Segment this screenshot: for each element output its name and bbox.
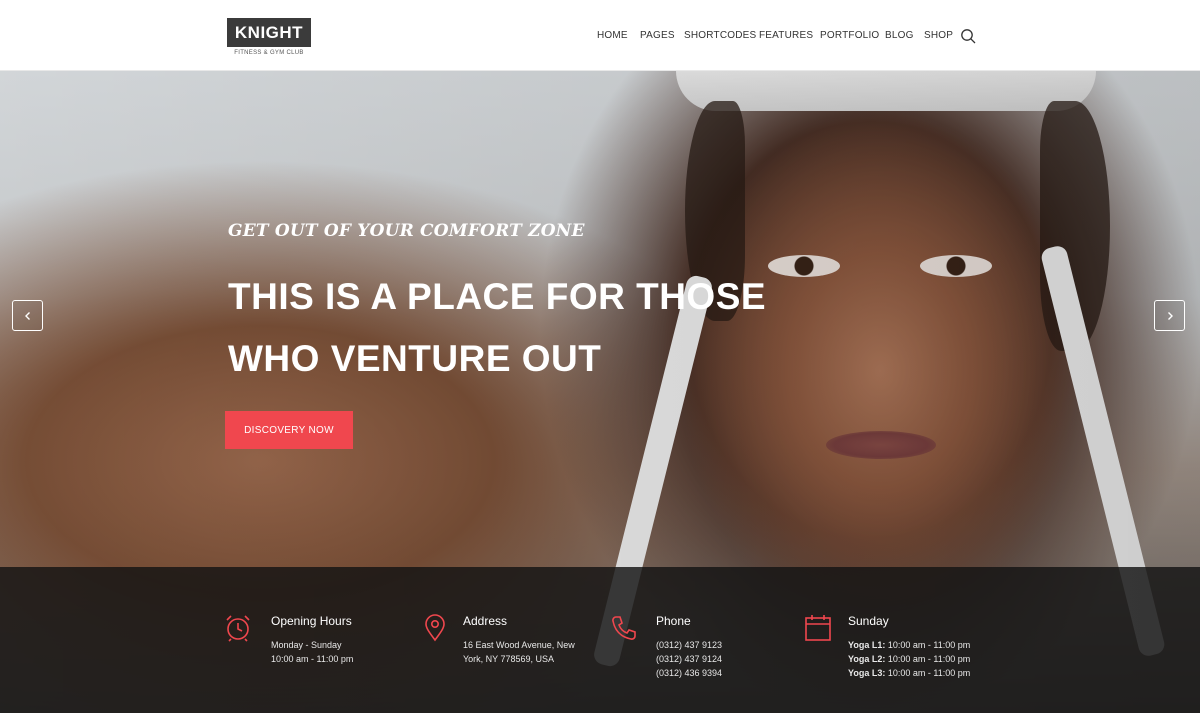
nav-home[interactable]: HOME (597, 30, 628, 41)
nav-shop[interactable]: SHOP (924, 30, 953, 41)
schedule-time: 10:00 am - 11:00 pm (887, 654, 971, 664)
nav-shortcodes[interactable]: SHORTCODES (684, 30, 756, 41)
schedule-row: Yoga L2: 10:00 am - 11:00 pm (848, 652, 970, 666)
info-title: Address (463, 614, 508, 628)
nav-features[interactable]: FEATURES (759, 30, 813, 41)
hero-headline-line2: WHO VENTURE OUT (228, 338, 602, 379)
phone-number[interactable]: (0312) 436 9394 (656, 666, 722, 680)
nav-blog[interactable]: BLOG (885, 30, 914, 41)
schedule-time: 10:00 am - 11:00 pm (887, 640, 971, 650)
hours-time: 10:00 am - 11:00 pm (271, 654, 354, 664)
hero-headline-line1: THIS IS A PLACE FOR THOSE (228, 276, 767, 317)
phone-number[interactable]: (0312) 437 9124 (656, 652, 722, 666)
info-title: Phone (656, 614, 691, 628)
info-title: Opening Hours (271, 614, 352, 628)
hero-slider: GET OUT OF YOUR COMFORT ZONE THIS IS A P… (0, 71, 1200, 713)
info-text: 16 East Wood Avenue, New York, NY 778569… (463, 638, 575, 666)
schedule-row: Yoga L1: 10:00 am - 11:00 pm (848, 638, 970, 652)
hours-days: Monday - Sunday (271, 640, 342, 650)
info-text: Yoga L1: 10:00 am - 11:00 pm Yoga L2: 10… (848, 638, 970, 680)
info-text: (0312) 437 9123 (0312) 437 9124 (0312) 4… (656, 638, 722, 680)
schedule-row: Yoga L3: 10:00 am - 11:00 pm (848, 666, 970, 680)
logo-wordmark: KNIGHT (227, 18, 311, 47)
hero-kicker: GET OUT OF YOUR COMFORT ZONE (228, 221, 585, 241)
site-header: KNIGHT FITNESS & GYM CLUB HOME PAGES SHO… (0, 0, 1200, 71)
discovery-now-button[interactable]: DISCOVERY NOW (225, 411, 353, 449)
schedule-label: Yoga L2: (848, 654, 886, 664)
slider-next-button[interactable] (1154, 300, 1185, 331)
calendar-icon (805, 615, 831, 641)
schedule-time: 10:00 am - 11:00 pm (887, 668, 971, 678)
schedule-label: Yoga L1: (848, 640, 886, 650)
nav-pages[interactable]: PAGES (640, 30, 675, 41)
phone-icon (612, 616, 636, 640)
alarm-clock-icon (226, 615, 250, 642)
logo[interactable]: KNIGHT FITNESS & GYM CLUB (227, 18, 311, 56)
info-title: Sunday (848, 614, 889, 628)
info-text: Monday - Sunday 10:00 am - 11:00 pm (271, 638, 353, 666)
chevron-right-icon (1167, 311, 1173, 320)
chevron-left-icon (24, 311, 30, 320)
info-bar: Opening Hours Monday - Sunday 10:00 am -… (0, 567, 1200, 713)
hero-headline: THIS IS A PLACE FOR THOSE WHO VENTURE OU… (228, 266, 788, 390)
address-line1: 16 East Wood Avenue, New (463, 640, 575, 650)
phone-number[interactable]: (0312) 437 9123 (656, 638, 722, 652)
schedule-label: Yoga L3: (848, 668, 886, 678)
logo-tagline: FITNESS & GYM CLUB (234, 50, 304, 56)
search-icon[interactable] (960, 28, 976, 44)
nav-portfolio[interactable]: PORTFOLIO (820, 30, 879, 41)
address-line2: York, NY 778569, USA (463, 654, 555, 664)
slider-prev-button[interactable] (12, 300, 43, 331)
map-pin-icon (425, 614, 445, 642)
